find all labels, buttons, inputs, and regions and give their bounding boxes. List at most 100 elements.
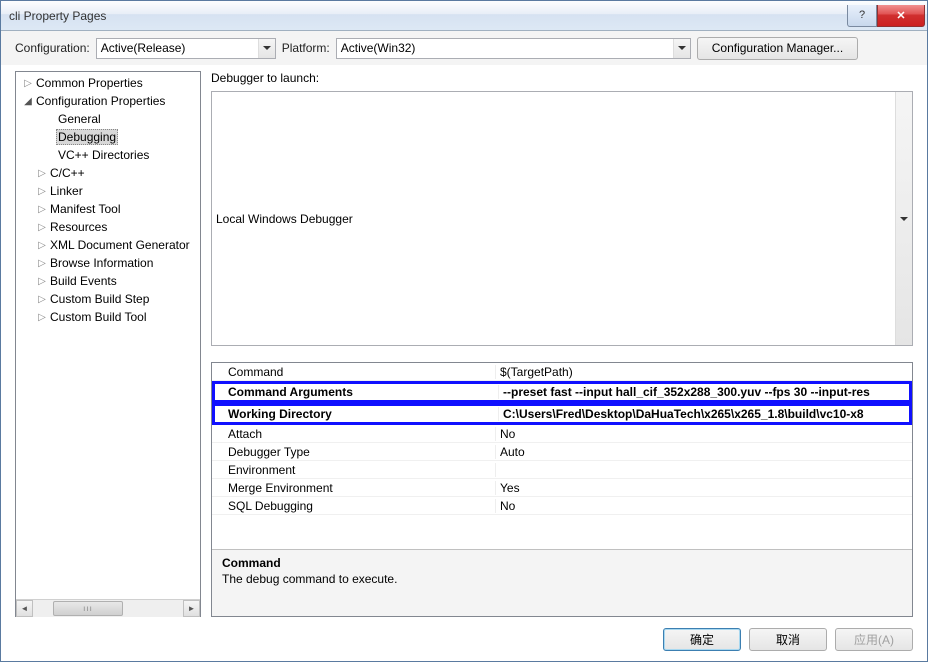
property-row[interactable]: Debugger TypeAuto	[212, 443, 912, 461]
arrow-collapsed-icon[interactable]: ▷	[36, 312, 48, 323]
titlebar: cli Property Pages ? ✕	[1, 1, 927, 31]
configuration-value: Active(Release)	[101, 41, 186, 55]
configuration-label: Configuration:	[15, 41, 90, 55]
property-row[interactable]: Command$(TargetPath)	[212, 363, 912, 381]
arrow-collapsed-icon[interactable]: ▷	[22, 78, 34, 89]
property-name: Debugger Type	[212, 445, 496, 459]
toolbar: Configuration: Active(Release) Platform:…	[1, 31, 927, 65]
property-value[interactable]: No	[496, 499, 912, 513]
property-name: Command	[212, 365, 496, 379]
property-row[interactable]: Working DirectoryC:\Users\Fred\Desktop\D…	[212, 403, 912, 425]
tree-item[interactable]: ▷Resources	[16, 218, 200, 236]
platform-dropdown[interactable]: Active(Win32)	[336, 38, 691, 59]
apply-button[interactable]: 应用(A)	[835, 628, 913, 651]
scroll-thumb[interactable]: ııı	[53, 601, 123, 616]
tree-item-label: Linker	[48, 184, 85, 198]
tree-item-label: Resources	[48, 220, 109, 234]
tree-item[interactable]: ▷Linker	[16, 182, 200, 200]
arrow-collapsed-icon[interactable]: ▷	[36, 186, 48, 197]
chevron-down-icon	[258, 39, 275, 58]
property-grid: Command$(TargetPath)Command Arguments--p…	[211, 362, 913, 617]
arrow-collapsed-icon[interactable]: ▷	[36, 204, 48, 215]
tree-item-label: Manifest Tool	[48, 202, 122, 216]
property-row[interactable]: Environment	[212, 461, 912, 479]
property-value[interactable]: C:\Users\Fred\Desktop\DaHuaTech\x265\x26…	[499, 407, 909, 421]
description-title: Command	[222, 556, 902, 570]
tree-item[interactable]: General	[16, 110, 200, 128]
tree-item[interactable]: ▷XML Document Generator	[16, 236, 200, 254]
tree-item[interactable]: Debugging	[16, 128, 200, 146]
tree-item-label: Debugging	[56, 129, 118, 145]
property-grid-body[interactable]: Command$(TargetPath)Command Arguments--p…	[212, 363, 912, 549]
property-value[interactable]: --preset fast --input hall_cif_352x288_3…	[499, 385, 909, 399]
tree-item-label: Configuration Properties	[34, 94, 167, 108]
close-button[interactable]: ✕	[877, 5, 925, 27]
tree-item[interactable]: ▷Manifest Tool	[16, 200, 200, 218]
description-panel: Command The debug command to execute.	[212, 549, 912, 616]
horizontal-scrollbar[interactable]: ◄ ııı ►	[16, 599, 200, 616]
property-pages-window: cli Property Pages ? ✕ Configuration: Ac…	[0, 0, 928, 662]
ok-button[interactable]: 确定	[663, 628, 741, 651]
debugger-launch-value: Local Windows Debugger	[216, 212, 353, 226]
property-row[interactable]: Merge EnvironmentYes	[212, 479, 912, 497]
property-name: Attach	[212, 427, 496, 441]
property-name: Working Directory	[215, 407, 499, 421]
arrow-collapsed-icon[interactable]: ▷	[36, 168, 48, 179]
chevron-down-icon	[895, 92, 912, 345]
tree-content[interactable]: ▷Common Properties◢Configuration Propert…	[16, 72, 200, 599]
tree-item[interactable]: ▷Custom Build Step	[16, 290, 200, 308]
window-title: cli Property Pages	[9, 9, 847, 23]
tree-item[interactable]: ▷Browse Information	[16, 254, 200, 272]
property-row[interactable]: AttachNo	[212, 425, 912, 443]
cancel-button[interactable]: 取消	[749, 628, 827, 651]
description-text: The debug command to execute.	[222, 572, 902, 586]
arrow-expanded-icon[interactable]: ◢	[22, 96, 34, 107]
tree-item-label: XML Document Generator	[48, 238, 192, 252]
tree-item[interactable]: ▷Common Properties	[16, 74, 200, 92]
tree-item[interactable]: ◢Configuration Properties	[16, 92, 200, 110]
tree-item-label: General	[56, 112, 103, 126]
tree-item[interactable]: ▷Custom Build Tool	[16, 308, 200, 326]
tree-item-label: C/C++	[48, 166, 87, 180]
right-panel: Debugger to launch: Local Windows Debugg…	[211, 71, 913, 617]
debugger-launch-row: Debugger to launch:	[211, 71, 913, 85]
property-value[interactable]: $(TargetPath)	[496, 365, 912, 379]
tree-item[interactable]: ▷Build Events	[16, 272, 200, 290]
property-value[interactable]: No	[496, 427, 912, 441]
tree-item-label: Custom Build Tool	[48, 310, 149, 324]
scroll-track[interactable]: ııı	[33, 600, 183, 617]
property-value[interactable]: Yes	[496, 481, 912, 495]
scroll-right-button[interactable]: ►	[183, 600, 200, 617]
arrow-collapsed-icon[interactable]: ▷	[36, 276, 48, 287]
platform-label: Platform:	[282, 41, 330, 55]
tree-item[interactable]: ▷C/C++	[16, 164, 200, 182]
debugger-launch-dropdown[interactable]: Local Windows Debugger	[211, 91, 913, 346]
tree-item[interactable]: VC++ Directories	[16, 146, 200, 164]
tree-panel: ▷Common Properties◢Configuration Propert…	[15, 71, 201, 617]
property-name: Merge Environment	[212, 481, 496, 495]
scroll-left-button[interactable]: ◄	[16, 600, 33, 617]
debugger-launch-label: Debugger to launch:	[211, 71, 319, 85]
property-name: SQL Debugging	[212, 499, 496, 513]
main-area: ▷Common Properties◢Configuration Propert…	[1, 65, 927, 617]
tree-item-label: Custom Build Step	[48, 292, 151, 306]
arrow-collapsed-icon[interactable]: ▷	[36, 240, 48, 251]
arrow-collapsed-icon[interactable]: ▷	[36, 258, 48, 269]
property-row[interactable]: Command Arguments--preset fast --input h…	[212, 381, 912, 403]
arrow-collapsed-icon[interactable]: ▷	[36, 222, 48, 233]
arrow-collapsed-icon[interactable]: ▷	[36, 294, 48, 305]
chevron-down-icon	[673, 39, 690, 58]
platform-value: Active(Win32)	[341, 41, 416, 55]
property-value[interactable]: Auto	[496, 445, 912, 459]
titlebar-buttons: ? ✕	[847, 5, 925, 27]
tree-item-label: Build Events	[48, 274, 119, 288]
tree-item-label: Browse Information	[48, 256, 155, 270]
property-name: Environment	[212, 463, 496, 477]
configuration-manager-button[interactable]: Configuration Manager...	[697, 37, 858, 60]
tree-item-label: VC++ Directories	[56, 148, 151, 162]
configuration-dropdown[interactable]: Active(Release)	[96, 38, 276, 59]
tree-item-label: Common Properties	[34, 76, 145, 90]
help-button[interactable]: ?	[847, 5, 877, 27]
property-row[interactable]: SQL DebuggingNo	[212, 497, 912, 515]
button-bar: 确定 取消 应用(A)	[1, 617, 927, 661]
